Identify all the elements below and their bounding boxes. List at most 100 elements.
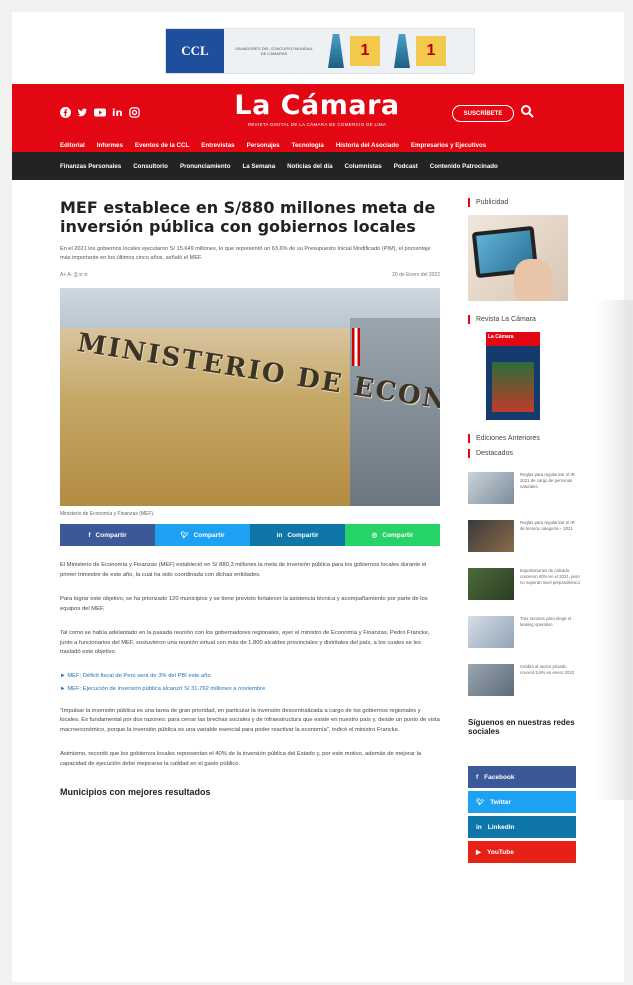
nav-item-editorial[interactable]: Editorial	[60, 142, 85, 149]
nav-item-podcast[interactable]: Podcast	[394, 163, 418, 170]
social-follow-list: f Facebook 🐦︎ Twitter in LinkedIn ▶ YouT…	[468, 766, 580, 863]
youtube-icon[interactable]	[94, 107, 106, 121]
nav-item-historia[interactable]: Historia del Asociado	[336, 142, 399, 149]
twitter-icon[interactable]	[77, 107, 88, 121]
share-whatsapp-button[interactable]: ◎ Compartir	[345, 524, 440, 546]
first-place-badge: 1	[350, 36, 380, 66]
featured-thumbnail	[468, 520, 514, 552]
linkedin-icon: in	[476, 823, 482, 831]
linkedin-icon[interactable]: in	[112, 107, 123, 121]
nav-item-entrevistas[interactable]: Entrevistas	[201, 142, 234, 149]
featured-item[interactable]: Reglas para regularizar el IR 2021 de ca…	[468, 472, 580, 504]
svg-text:in: in	[112, 108, 123, 118]
nav-item-noticias[interactable]: Noticias del día	[287, 163, 332, 170]
featured-title: Exportaciones de calzado crecieron 40% e…	[520, 568, 580, 585]
social-label: Facebook	[484, 773, 515, 781]
sidebar-ad-image[interactable]	[468, 215, 568, 301]
secondary-nav: Finanzas Personales Consultorio Pronunci…	[12, 152, 624, 180]
nav-item-pronunciamiento[interactable]: Pronunciamiento	[180, 163, 231, 170]
featured-item[interactable]: Reglas para regularizar el IR de tercera…	[468, 520, 580, 552]
share-facebook-button[interactable]: f Compartir	[60, 524, 155, 546]
header-social-icons: in	[60, 107, 140, 121]
share-bar: f Compartir 🐦︎ Compartir in Compartir ◎ …	[60, 524, 440, 546]
featured-title: Tres razones para elegir el leasing oper…	[520, 616, 571, 627]
instagram-icon[interactable]	[129, 107, 140, 121]
featured-item[interactable]: Exportaciones de calzado crecieron 40% e…	[468, 568, 580, 600]
trophy-icon	[328, 34, 344, 68]
nav-item-eventos[interactable]: Eventos de la CCL	[135, 142, 189, 149]
featured-thumbnail	[468, 568, 514, 600]
nav-item-personajes[interactable]: Personajes	[247, 142, 280, 149]
article-date: 20 de Enero del 2022	[392, 272, 440, 278]
social-label: YouTube	[487, 848, 514, 856]
article-paragraph: Asimismo, recordó que los gobiernos loca…	[60, 751, 422, 767]
peru-flag	[352, 328, 360, 366]
whatsapp-icon: ◎	[371, 532, 378, 539]
section-heading: Municipios con mejores resultados	[60, 787, 211, 797]
image-caption: Ministerio de Economía y Finanzas (MEF).	[60, 511, 155, 517]
follow-linkedin-button[interactable]: in LinkedIn	[468, 816, 576, 838]
article-paragraph: El Ministerio de Economía y Finanzas (ME…	[60, 562, 427, 578]
related-link[interactable]: ► MEF: Déficit fiscal de Perú será de 3%…	[60, 673, 440, 679]
article: MEF establece en S/880 millones meta de …	[60, 198, 440, 797]
site-logo[interactable]: La Cámara REVISTA DIGITAL DE LA CÁMARA D…	[212, 90, 422, 127]
page: CCL GANADORES DEL CONCURSO MUNDIAL DE CÁ…	[12, 12, 624, 982]
magazine-cover[interactable]: La Cámara	[486, 332, 540, 420]
share-twitter-button[interactable]: 🐦︎ Compartir	[155, 524, 250, 546]
nav-item-contenido[interactable]: Contenido Patrocinado	[430, 163, 498, 170]
featured-title: Reglas para regularizar el IR 2021 de ca…	[520, 472, 575, 489]
primary-nav: Editorial Informes Eventos de la CCL Ent…	[60, 142, 486, 149]
sidebar-heading: Revista La Cámara	[468, 315, 580, 324]
social-label: LinkedIn	[487, 823, 515, 831]
nav-item-tecnologia[interactable]: Tecnología	[292, 142, 324, 149]
article-paragraph: Tal como se había adelantado en la pasad…	[60, 630, 430, 655]
social-label: Twitter	[490, 798, 512, 806]
banner-text: GANADORES DEL CONCURSO MUNDIAL DE CÁMARA…	[235, 46, 313, 56]
site-subtitle: REVISTA DIGITAL DE LA CÁMARA DE COMERCIO…	[247, 122, 387, 127]
sidebar-heading: Publicidad	[468, 198, 580, 207]
share-linkedin-button[interactable]: in Compartir	[250, 524, 345, 546]
nav-item-la-semana[interactable]: La Semana	[242, 163, 275, 170]
share-label: Compartir	[287, 531, 319, 539]
featured-thumbnail	[468, 472, 514, 504]
follow-youtube-button[interactable]: ▶ YouTube	[468, 841, 576, 863]
magazine-title: La Cámara	[486, 332, 540, 346]
featured-item[interactable]: Crédito al sector privado crecerá 5,5% e…	[468, 664, 580, 696]
article-paragraph: Para lograr este objetivo, se ha prioriz…	[60, 596, 428, 612]
follow-us-heading: Síguenos en nuestras redes sociales	[468, 718, 575, 736]
ediciones-anteriores-link[interactable]: Ediciones Anteriores	[468, 434, 580, 443]
facebook-icon[interactable]	[60, 107, 71, 121]
share-label: Compartir	[382, 531, 414, 539]
article-lead: En el 2021 los gobiernos locales ejecuta…	[60, 246, 431, 261]
article-tools[interactable]: A+ A- ⎙ ✉ ✉	[60, 272, 87, 278]
ccl-logo: CCL	[166, 29, 224, 73]
featured-item[interactable]: Tres razones para elegir el leasing oper…	[468, 616, 580, 648]
facebook-icon: f	[88, 531, 91, 539]
search-icon[interactable]	[520, 104, 534, 118]
article-meta: A+ A- ⎙ ✉ ✉ 20 de Enero del 2022	[60, 272, 440, 278]
sidebar-heading: Destacados	[468, 449, 580, 458]
share-label: Compartir	[95, 531, 127, 539]
youtube-icon: ▶	[476, 849, 481, 856]
follow-twitter-button[interactable]: 🐦︎ Twitter	[468, 791, 576, 813]
first-place-badge: 1	[416, 36, 446, 66]
nav-item-finanzas[interactable]: Finanzas Personales	[60, 163, 121, 170]
trophy-icon	[394, 34, 410, 68]
featured-title: Crédito al sector privado crecerá 5,5% e…	[520, 664, 575, 675]
subscribe-button[interactable]: SUSCRÍBETE	[452, 105, 514, 122]
related-link[interactable]: ► MEF: Ejecución de inversión pública al…	[60, 686, 440, 692]
nav-item-columnistas[interactable]: Columnistas	[345, 163, 382, 170]
sidebar: Publicidad Revista La Cámara La Cámara E…	[468, 198, 580, 863]
follow-facebook-button[interactable]: f Facebook	[468, 766, 576, 788]
top-ad-banner[interactable]: CCL GANADORES DEL CONCURSO MUNDIAL DE CÁ…	[165, 28, 475, 74]
site-title: La Cámara	[234, 90, 400, 121]
twitter-icon: 🐦︎	[476, 799, 485, 806]
nav-item-empresarios[interactable]: Empresarios y Ejecutivos	[411, 142, 486, 149]
article-paragraph: "Impulsar la inversión pública es una ta…	[60, 707, 440, 733]
twitter-icon: 🐦︎	[180, 532, 189, 539]
nav-item-informes[interactable]: Informes	[97, 142, 123, 149]
featured-title: Reglas para regularizar el IR de tercera…	[520, 520, 575, 531]
article-title: MEF establece en S/880 millones meta de …	[60, 198, 436, 236]
share-label: Compartir	[193, 531, 225, 539]
nav-item-consultorio[interactable]: Consultorio	[133, 163, 168, 170]
